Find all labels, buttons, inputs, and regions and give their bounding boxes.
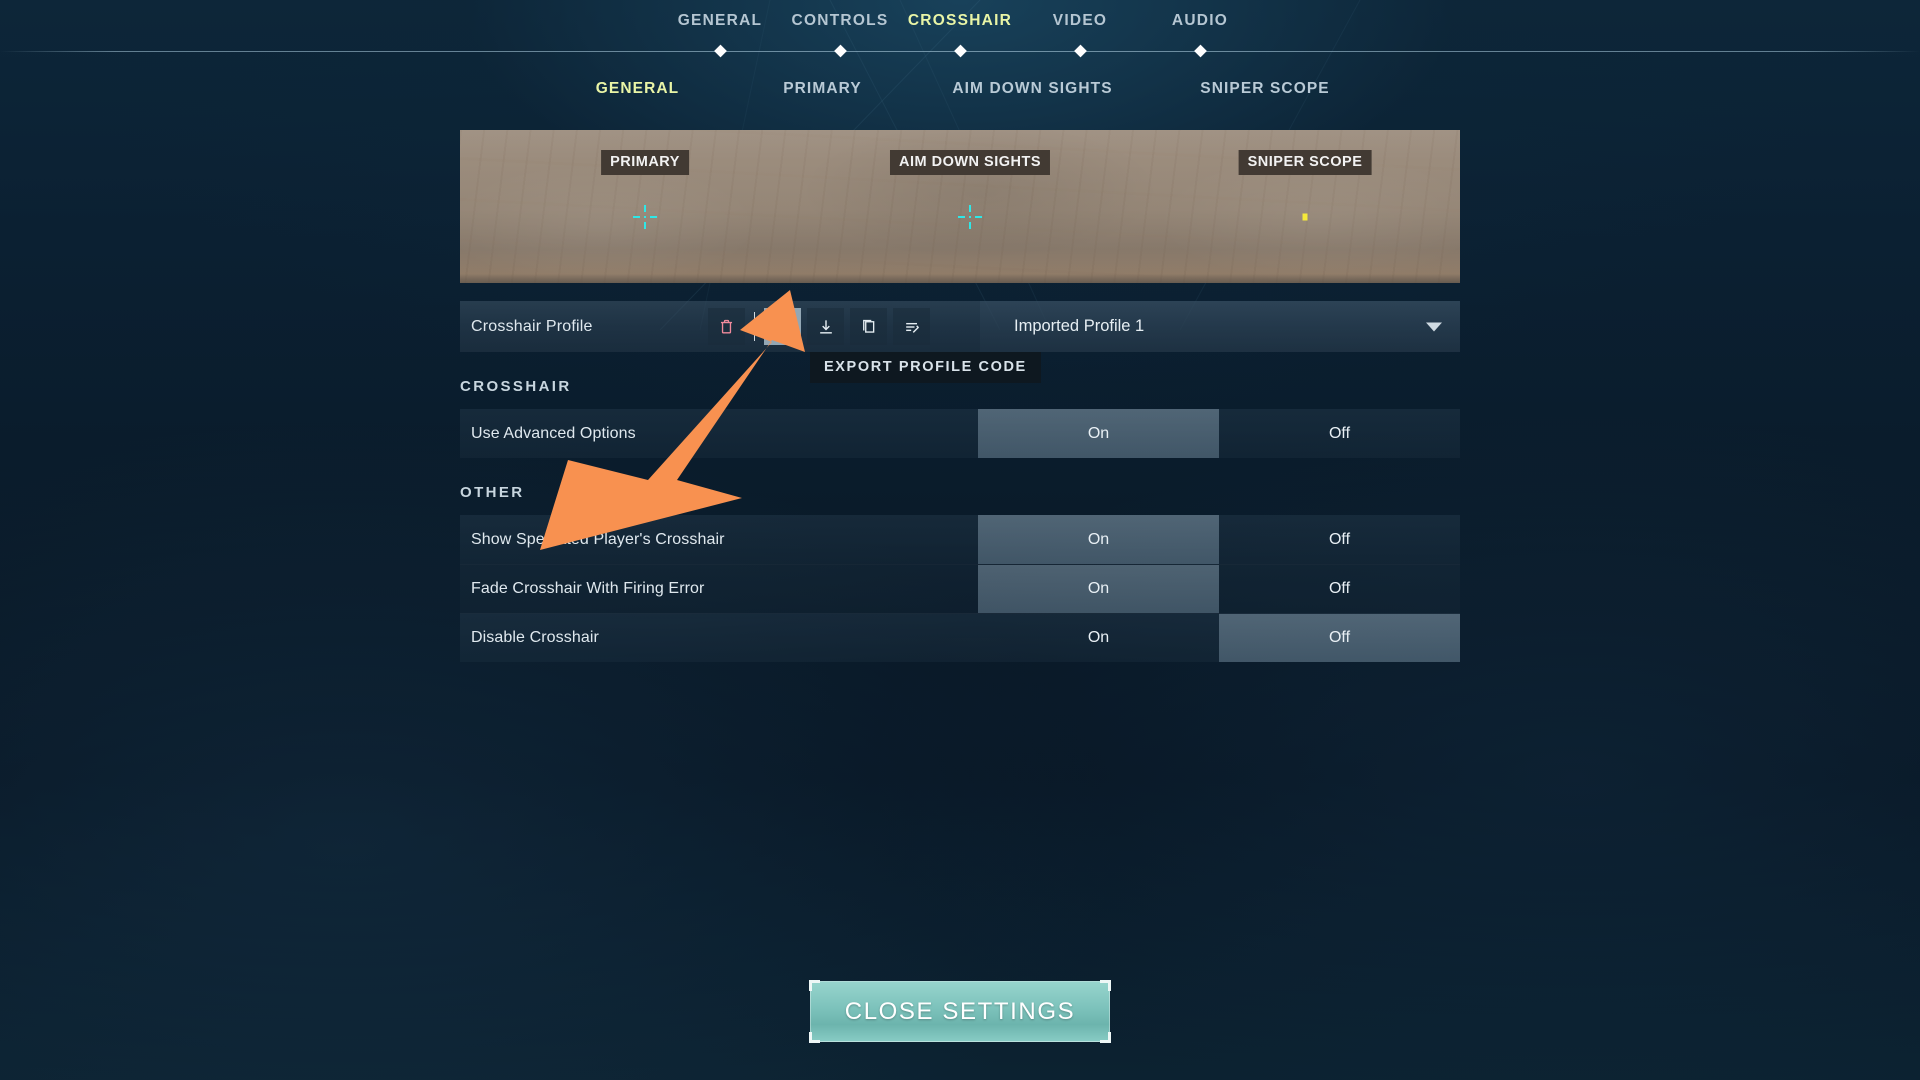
setting-option-on[interactable]: On <box>978 515 1219 564</box>
profile-action-buttons <box>708 301 936 352</box>
subtab-general[interactable]: GENERAL <box>543 80 733 98</box>
rename-icon <box>905 322 919 333</box>
corner-tick <box>1108 1032 1111 1043</box>
preview-label-primary: PRIMARY <box>601 150 689 175</box>
setting-option-on[interactable]: On <box>978 614 1219 662</box>
close-settings-wrapper: CLOSE SETTINGS <box>809 980 1111 1043</box>
crosshair-profile-label: Crosshair Profile <box>471 317 593 335</box>
close-settings-button[interactable]: CLOSE SETTINGS <box>809 980 1111 1043</box>
diamond-icon <box>1193 44 1207 58</box>
download-icon <box>819 319 832 334</box>
diamond-icon <box>1073 44 1087 58</box>
corner-tick <box>809 1032 812 1043</box>
sub-navigation: GENERAL PRIMARY AIM DOWN SIGHTS SNIPER SCOP… <box>0 80 1920 98</box>
setting-row-use-advanced-options: Use Advanced Options On Off <box>460 409 1460 458</box>
trash-icon <box>720 319 733 334</box>
top-navigation: GENERAL CONTROLS CROSSHAIR VIDEO AUDIO <box>0 0 1920 62</box>
setting-row-disable-crosshair: Disable Crosshair On Off <box>460 613 1460 662</box>
export-profile-code-tooltip: EXPORT PROFILE CODE <box>810 352 1041 383</box>
diamond-icon <box>713 44 727 58</box>
section-rows-other: Show Spectated Player's Crosshair On Off… <box>460 515 1460 662</box>
tab-crosshair[interactable]: CROSSHAIR <box>900 12 1020 30</box>
rename-profile-button[interactable] <box>893 308 930 345</box>
setting-option-off[interactable]: Off <box>1219 565 1460 613</box>
delete-profile-button[interactable] <box>708 308 745 345</box>
import-profile-code-button[interactable] <box>807 308 844 345</box>
crosshair-profile-dropdown[interactable]: Imported Profile 1 <box>980 301 1460 352</box>
diamond-icon <box>953 44 967 58</box>
subtab-primary[interactable]: PRIMARY <box>733 80 913 98</box>
corner-tick <box>809 980 812 991</box>
preview-label-ads: AIM DOWN SIGHTS <box>889 150 1051 175</box>
tab-audio[interactable]: AUDIO <box>1140 12 1260 30</box>
valorant-settings-screen: GENERAL CONTROLS CROSSHAIR VIDEO AUDIO GENER… <box>0 0 1920 1080</box>
action-divider <box>754 312 755 341</box>
corner-tick <box>1108 980 1111 991</box>
subtab-sniper-scope[interactable]: SNIPER SCOPE <box>1153 80 1378 98</box>
chevron-down-icon <box>1426 322 1442 331</box>
setting-option-on[interactable]: On <box>978 409 1219 458</box>
crosshair-profile-value: Imported Profile 1 <box>1014 317 1145 335</box>
setting-label: Show Spectated Player's Crosshair <box>471 530 725 548</box>
crosshair-settings-panel: PRIMARY AIM DOWN SIGHTS SNIPER SCOPE Cro… <box>460 130 1460 662</box>
preview-label-sniper: SNIPER SCOPE <box>1238 150 1372 175</box>
duplicate-profile-button[interactable] <box>850 308 887 345</box>
copy-icon <box>863 319 875 333</box>
setting-label: Use Advanced Options <box>471 424 636 442</box>
setting-option-off[interactable]: Off <box>1219 614 1460 662</box>
close-settings-label: CLOSE SETTINGS <box>844 997 1076 1025</box>
setting-label: Fade Crosshair With Firing Error <box>471 580 705 597</box>
tab-controls[interactable]: CONTROLS <box>780 12 900 30</box>
export-profile-code-button[interactable] <box>764 308 801 345</box>
subtab-aim-down-sights[interactable]: AIM DOWN SIGHTS <box>913 80 1153 98</box>
setting-row-fade-crosshair-with-firing-error: Fade Crosshair With Firing Error On Off <box>460 564 1460 613</box>
setting-option-on[interactable]: On <box>978 565 1219 613</box>
setting-option-off[interactable]: Off <box>1219 515 1460 564</box>
tab-general[interactable]: GENERAL <box>660 12 780 30</box>
upload-icon <box>775 318 790 334</box>
section-heading-other: OTHER <box>460 484 525 501</box>
tab-video[interactable]: VIDEO <box>1020 12 1140 30</box>
section-rows-crosshair: Use Advanced Options On Off <box>460 409 1460 458</box>
crosshair-preview: PRIMARY AIM DOWN SIGHTS SNIPER SCOPE <box>460 130 1460 283</box>
setting-option-off[interactable]: Off <box>1219 409 1460 458</box>
crosshair-sniper-scope <box>1302 213 1308 221</box>
setting-label: Disable Crosshair <box>471 629 599 646</box>
setting-row-show-spectated-players-crosshair: Show Spectated Player's Crosshair On Off <box>460 515 1460 564</box>
crosshair-profile-row: Crosshair Profile Imported Profile 1 EXP… <box>460 301 1460 383</box>
diamond-icon <box>833 44 847 58</box>
